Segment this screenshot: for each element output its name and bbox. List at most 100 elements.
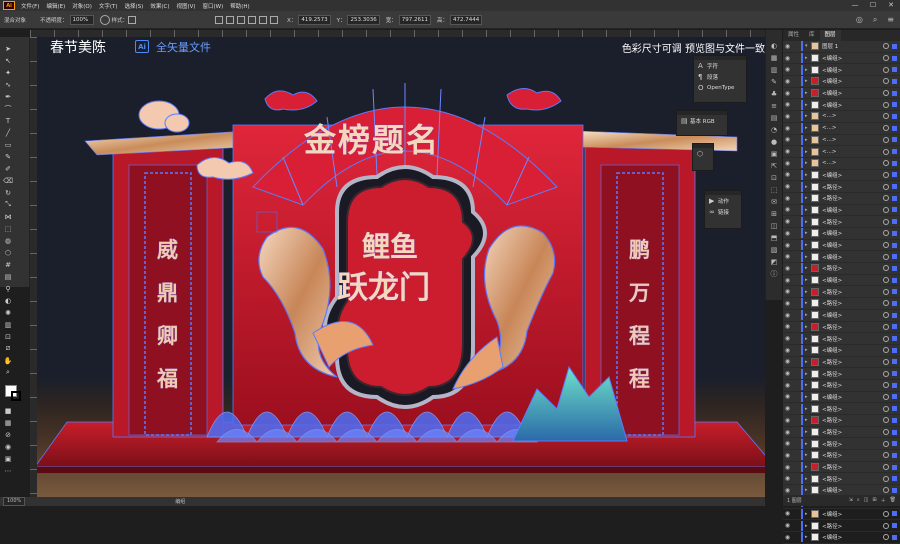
selection-indicator[interactable] — [892, 441, 897, 447]
more-tools-icon[interactable]: ⋯ — [2, 465, 14, 476]
menu-effect[interactable]: 效果(C) — [150, 2, 169, 10]
locate-object-icon[interactable]: ⌕ — [857, 497, 860, 504]
layer-name[interactable]: <编组> — [822, 241, 883, 249]
selection-indicator[interactable] — [892, 511, 897, 517]
align-left-icon[interactable] — [215, 15, 224, 24]
x-input[interactable]: 419.2573 — [298, 14, 331, 25]
target-circle-icon[interactable] — [883, 534, 889, 541]
layer-row[interactable]: ◉ ▸ <编组> — [783, 204, 900, 217]
selection-indicator[interactable] — [892, 336, 897, 342]
right-pillar-char-4[interactable]: 程 — [629, 363, 650, 393]
target-circle-icon[interactable] — [883, 113, 889, 120]
visibility-eye-icon[interactable]: ◉ — [783, 206, 792, 213]
eraser-tool-icon[interactable]: ⌫ — [2, 175, 14, 186]
layer-row[interactable]: ◉ ▸ <...> — [783, 158, 900, 170]
paragraph-panel-item[interactable]: ¶ 段落 — [694, 71, 746, 82]
target-circle-icon[interactable] — [883, 125, 889, 132]
clipping-mask-icon[interactable]: ◫ — [864, 497, 869, 504]
selection-indicator[interactable] — [892, 184, 897, 190]
layer-name[interactable]: <编组> — [822, 311, 883, 319]
selection-indicator[interactable] — [892, 289, 897, 295]
layer-name[interactable]: <编组> — [822, 393, 883, 401]
layer-row[interactable]: ◉ ▸ <...> — [783, 146, 900, 158]
menu-view[interactable]: 视图(V) — [176, 2, 195, 10]
layer-row[interactable]: ◉▸<路径> — [783, 427, 900, 439]
selection-indicator[interactable] — [892, 464, 897, 470]
new-sublayer-icon[interactable]: ⊞ — [872, 497, 876, 504]
visibility-eye-icon[interactable]: ◉ — [783, 405, 792, 412]
visibility-eye-icon[interactable]: ◉ — [783, 312, 792, 319]
actions-item[interactable]: ▶ 动作 — [705, 195, 741, 206]
align-icon[interactable]: ⊞ — [770, 210, 779, 219]
layer-row[interactable]: ◉▸<路径> — [783, 298, 900, 310]
visibility-eye-icon[interactable]: ◉ — [783, 101, 792, 108]
selection-indicator[interactable] — [892, 207, 897, 213]
layer-row-main[interactable]: ◉ ▾ 图层 1 — [783, 41, 900, 53]
selection-indicator[interactable] — [892, 137, 897, 143]
selection-indicator[interactable] — [892, 230, 897, 236]
rectangle-tool-icon[interactable]: ▭ — [2, 139, 14, 150]
tab-properties[interactable]: 属性 — [783, 30, 804, 41]
visibility-eye-icon[interactable]: ◉ — [783, 136, 792, 143]
visibility-eye-icon[interactable]: ◉ — [783, 43, 792, 50]
selection-indicator[interactable] — [892, 265, 897, 271]
paintbrush-tool-icon[interactable]: ✎ — [2, 151, 14, 162]
symbols-icon[interactable]: ♣ — [770, 90, 779, 99]
target-circle-icon[interactable] — [883, 160, 889, 167]
visibility-eye-icon[interactable]: ◉ — [783, 90, 792, 97]
menu-window[interactable]: 窗口(W) — [203, 2, 224, 10]
layer-row[interactable]: ◉ ▸ <编组> — [783, 508, 900, 521]
layer-row[interactable]: ◉ ▸ <编组> — [783, 251, 900, 264]
search-icon[interactable]: ⌕ — [873, 15, 877, 25]
target-circle-icon[interactable] — [883, 452, 889, 459]
delete-layer-icon[interactable]: 🗑 — [890, 497, 896, 504]
layer-name[interactable]: <...> — [822, 149, 883, 155]
layer-row[interactable]: ◉ ▸ <编组> — [783, 53, 900, 65]
target-circle-icon[interactable] — [883, 55, 889, 62]
rotate-tool-icon[interactable]: ↻ — [2, 187, 14, 198]
stroke-swatch[interactable] — [11, 391, 21, 401]
layer-name[interactable]: <路径> — [822, 416, 883, 424]
links-item[interactable]: ∞ 链接 — [705, 206, 741, 217]
layer-row[interactable]: ◉▸<路径> — [783, 286, 900, 299]
brushes-icon[interactable]: ✎ — [770, 78, 779, 87]
direct-selection-tool-icon[interactable]: ↖ — [2, 55, 14, 66]
perspective-tool-icon[interactable]: ⬡ — [2, 247, 14, 258]
target-circle-icon[interactable] — [883, 78, 889, 85]
layer-name[interactable]: <路径> — [822, 288, 883, 296]
target-circle-icon[interactable] — [883, 370, 889, 377]
maximize-button[interactable]: ☐ — [864, 0, 882, 11]
layer-name[interactable]: <路径> — [822, 218, 883, 226]
layer-name[interactable]: <编组> — [822, 229, 883, 237]
visibility-eye-icon[interactable]: ◉ — [783, 218, 792, 225]
align-top-icon[interactable] — [248, 15, 257, 24]
info-icon[interactable]: ⓘ — [770, 270, 779, 279]
visibility-eye-icon[interactable]: ◉ — [783, 382, 792, 389]
appearance-icon[interactable]: ● — [770, 138, 779, 147]
type-tool-icon[interactable]: T — [2, 115, 14, 126]
target-circle-icon[interactable] — [883, 522, 889, 529]
selection-indicator[interactable] — [892, 534, 897, 540]
target-circle-icon[interactable] — [883, 230, 889, 237]
visibility-eye-icon[interactable]: ◉ — [783, 323, 792, 330]
layer-row[interactable]: ◉▸<路径> — [783, 403, 900, 415]
layer-name[interactable]: <路径> — [822, 522, 883, 530]
layer-row[interactable]: ◉ ▸ <编组> — [783, 228, 900, 240]
align-right-icon[interactable] — [237, 15, 246, 24]
visibility-eye-icon[interactable]: ◉ — [783, 230, 792, 237]
artboards-icon[interactable]: ⊡ — [770, 174, 779, 183]
opentype-panel-item[interactable]: O OpenType — [694, 82, 746, 93]
layer-name[interactable]: <编组> — [822, 253, 883, 261]
artboard-tool-icon[interactable]: ⊡ — [2, 331, 14, 342]
asset-export-icon[interactable]: ⬚ — [770, 186, 779, 195]
layer-row[interactable]: ◉▸<路径> — [783, 520, 900, 532]
headline-text[interactable]: 金榜题名 — [304, 115, 440, 161]
visibility-eye-icon[interactable]: ◉ — [783, 358, 792, 365]
blend-tool-icon[interactable]: ◐ — [2, 295, 14, 306]
layer-name[interactable]: 图层 1 — [822, 42, 883, 50]
layer-row[interactable]: ◉▸<路径> — [783, 333, 900, 345]
line-tool-icon[interactable]: ╱ — [2, 127, 14, 138]
target-circle-icon[interactable] — [883, 358, 889, 365]
target-circle-icon[interactable] — [883, 218, 889, 225]
export-icon[interactable]: ⇱ — [770, 162, 779, 171]
